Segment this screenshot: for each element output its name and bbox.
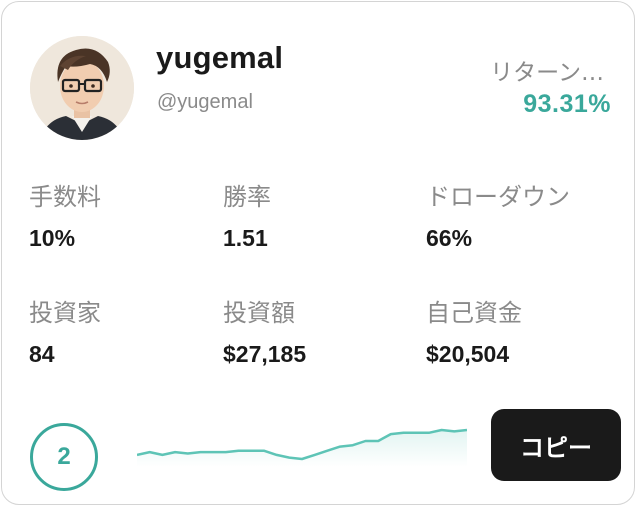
stat-value: $20,504 [426,341,510,367]
avatar-icon [30,36,134,140]
copy-button[interactable]: コピー [491,409,621,481]
stat-fee: 手数料 10% [29,177,101,252]
trader-card[interactable]: yugemal @yugemal リターン… 93.31% 手数料 10% 勝率… [1,1,635,505]
stat-label: 自己資金 [426,299,522,327]
stat-own-funds: 自己資金 $20,504 [426,293,522,368]
stat-value: 66% [426,225,473,251]
stat-label: 投資家 [29,299,101,327]
trader-name[interactable]: yugemal [156,40,283,76]
stat-investors: 投資家 84 [29,293,101,368]
trader-handle: @yugemal [157,91,253,113]
stat-invested-amount: 投資額 $27,185 [223,293,306,368]
stat-value: 1.51 [223,225,268,251]
stat-value: 84 [29,341,55,367]
stat-label: 投資額 [223,299,295,327]
stat-drawdown: ドローダウン 66% [426,177,570,252]
sparkline-area [137,430,467,467]
stat-label: 勝率 [223,183,271,211]
performance-sparkline [137,428,467,467]
stat-label: 手数料 [29,183,101,211]
stat-value: $27,185 [223,341,307,367]
return-label: リターン… [490,60,604,86]
return-value: 93.31% [523,90,611,118]
stat-value: 10% [29,225,76,251]
avatar[interactable] [30,36,134,140]
stat-label: ドローダウン [426,183,570,211]
stat-win-rate: 勝率 1.51 [223,177,271,252]
rank-badge: 2 [30,423,98,491]
